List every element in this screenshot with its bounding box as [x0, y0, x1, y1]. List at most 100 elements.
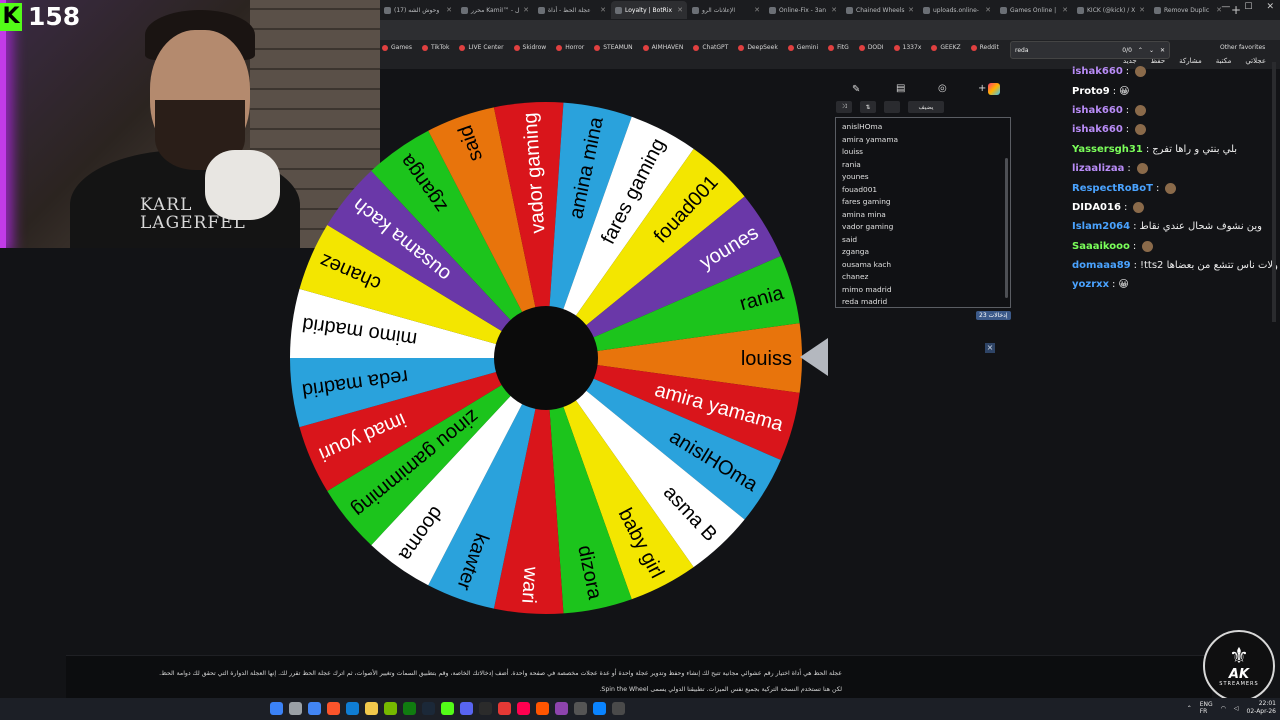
app3-icon[interactable] [555, 702, 568, 715]
app2-icon[interactable] [536, 702, 549, 715]
browser-tab[interactable]: Online-Fix - 3an ✕ [765, 1, 841, 19]
discord-icon[interactable] [460, 702, 473, 715]
language-indicator[interactable]: ENG FR [1200, 701, 1213, 715]
kick-app-icon[interactable] [441, 702, 454, 715]
minimize-icon[interactable]: — [1221, 2, 1230, 12]
bookmark-item[interactable]: LIVE Center [459, 44, 504, 51]
chat-scrollbar[interactable] [1272, 62, 1276, 322]
bookmark-item[interactable]: FitG [828, 44, 849, 51]
bookmark-item[interactable]: 1337x [893, 44, 921, 51]
bookmark-item[interactable]: Horror [556, 44, 584, 51]
close-window-icon[interactable]: ✕ [1266, 2, 1274, 12]
folder-icon[interactable] [365, 702, 378, 715]
bookmark-item[interactable]: AIMHAVEN [642, 44, 683, 51]
tab-close-icon[interactable]: ✕ [1062, 6, 1068, 14]
tab-favicon-icon [692, 6, 699, 14]
add-image-button[interactable]: يضيف [908, 101, 944, 113]
search-icon[interactable] [289, 702, 302, 715]
start-icon[interactable] [270, 702, 283, 715]
edge-icon[interactable] [346, 702, 359, 715]
bookmark-item[interactable]: Reddit [970, 44, 999, 51]
chat-username[interactable]: Proto9 [1072, 86, 1110, 97]
maximize-icon[interactable]: ☐ [1244, 2, 1252, 12]
edit-icon[interactable]: ✎ [852, 84, 860, 95]
brave-icon[interactable] [327, 702, 340, 715]
tab-close-icon[interactable]: ✕ [754, 6, 760, 14]
browser-tab[interactable]: محرر KamiI™ - ل ✕ [457, 1, 533, 19]
entries-scrollbar[interactable] [1005, 158, 1008, 298]
chat-username[interactable]: DIDA016 [1072, 202, 1121, 213]
avatar-button[interactable] [884, 101, 900, 113]
browser-tab[interactable]: Chained Wheels ✕ [842, 1, 918, 19]
chat-username[interactable]: Islam2064 [1072, 221, 1130, 232]
find-next-icon[interactable]: ⌄ [1149, 47, 1154, 54]
tab-close-icon[interactable]: ✕ [523, 6, 529, 14]
browser-tab[interactable]: KICK (@kick) / X ✕ [1073, 1, 1149, 19]
tiktok-icon[interactable] [517, 702, 530, 715]
hide-icon[interactable]: ◎ [938, 83, 947, 94]
chrome-icon[interactable] [308, 702, 321, 715]
bookmark-item[interactable]: Gemini [787, 44, 818, 51]
volume-icon[interactable]: ◁ [1234, 705, 1239, 712]
entries-textarea[interactable]: anislHOma amira yamama louiss rania younes fo… [835, 117, 1011, 308]
bookmark-item[interactable]: Skidrow [513, 44, 546, 51]
tab-close-icon[interactable]: ✕ [985, 6, 991, 14]
bookmark-item[interactable]: ChatGPT [693, 44, 728, 51]
find-bar[interactable]: reda 0/0 ⌃ ⌄ ✕ [1010, 41, 1170, 59]
app-icon[interactable] [498, 702, 511, 715]
chat-message: RespectRoBoT: [1072, 178, 1272, 197]
browser-tab[interactable]: (17) وحوش الشه ✕ [380, 1, 456, 19]
wifi-icon[interactable]: ◠ [1221, 705, 1226, 712]
chat-separator: : [1112, 279, 1116, 291]
tab-close-icon[interactable]: ✕ [677, 6, 683, 14]
clock[interactable]: 22:01 02-Apr-26 [1247, 700, 1276, 716]
wheel-center[interactable] [494, 306, 598, 410]
find-input[interactable]: reda [1015, 47, 1116, 54]
bookmark-item[interactable]: DeepSeek [738, 44, 778, 51]
bookmark-item[interactable]: GEEKZ [931, 44, 961, 51]
tab-close-icon[interactable]: ✕ [831, 6, 837, 14]
browser-tab[interactable]: uploads.online- ✕ [919, 1, 995, 19]
add-icon[interactable]: + [978, 83, 986, 94]
chat-username[interactable]: ishak660 [1072, 105, 1123, 116]
tray-chevron-icon[interactable]: ⌃ [1187, 705, 1192, 712]
chat-username[interactable]: Saaaikooo [1072, 241, 1130, 252]
browser-tab[interactable]: الإعلانات الرو ✕ [688, 1, 764, 19]
browser-tab[interactable]: Games Online | ✕ [996, 1, 1072, 19]
chat-username[interactable]: domaaa89 [1072, 260, 1131, 271]
browser-tab[interactable]: Remove Duplic ✕ [1150, 1, 1226, 19]
tab-close-icon[interactable]: ✕ [446, 6, 452, 14]
close-panel-icon[interactable]: × [985, 343, 995, 353]
bookmark-item[interactable]: DODI [858, 44, 884, 51]
find-close-icon[interactable]: ✕ [1160, 47, 1165, 54]
color-theme-icon[interactable] [988, 83, 1000, 95]
obs-icon[interactable] [479, 702, 492, 715]
browser-tab[interactable]: عجلة الحظ - أداة ✕ [534, 1, 610, 19]
steam-icon[interactable] [422, 702, 435, 715]
chat-username[interactable]: ishak660 [1072, 66, 1123, 77]
spin-wheel[interactable]: louissamira yamamaanislHOmaasma Bbaby gi… [288, 100, 804, 616]
chat-username[interactable]: yozrxx [1072, 279, 1109, 290]
chat-username[interactable]: lizaalizaa [1072, 163, 1124, 174]
shuffle-button[interactable]: ⤨ [836, 101, 852, 113]
tab-close-icon[interactable]: ✕ [600, 6, 606, 14]
chat-username[interactable]: RespectRoBoT [1072, 183, 1153, 194]
find-prev-icon[interactable]: ⌃ [1138, 47, 1143, 54]
bookmark-item[interactable]: TikTok [422, 44, 449, 51]
other-favorites[interactable]: Other favorites [1220, 44, 1265, 51]
chat-username[interactable]: Yassersgh31 [1072, 144, 1143, 155]
chat-text: !tts2 و ولات ناس تتشع من بعضاها [1139, 260, 1280, 272]
xbox-icon[interactable] [403, 702, 416, 715]
chat-username[interactable]: ishak660 [1072, 124, 1123, 135]
browser-tab[interactable]: Loyalty | BotRix ✕ [611, 1, 687, 19]
bookmark-item[interactable]: Games [382, 44, 412, 51]
tab-close-icon[interactable]: ✕ [1139, 6, 1145, 14]
clipboard-icon[interactable]: ▤ [896, 83, 905, 94]
app4-icon[interactable] [574, 702, 587, 715]
bookmark-item[interactable]: STEAMUN [594, 44, 633, 51]
tab-close-icon[interactable]: ✕ [908, 6, 914, 14]
app5-icon[interactable] [593, 702, 606, 715]
nvidia-icon[interactable] [384, 702, 397, 715]
app6-icon[interactable] [612, 702, 625, 715]
sort-button[interactable]: ⇅ [860, 101, 876, 113]
